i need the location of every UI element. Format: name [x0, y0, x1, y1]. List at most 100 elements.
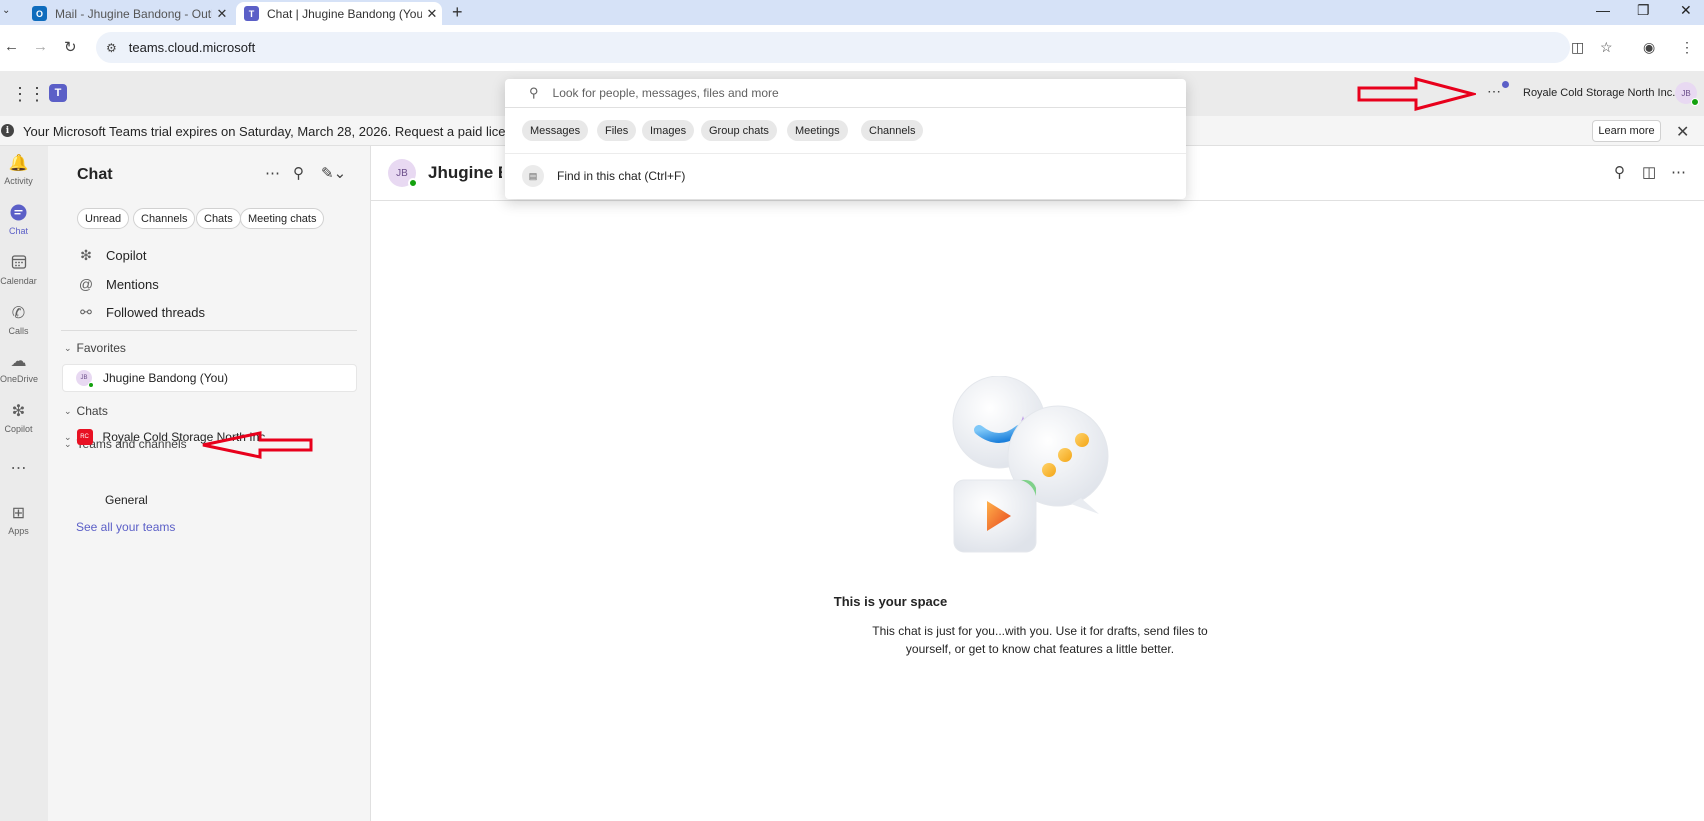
find-in-chat-label: Find in this chat (Ctrl+F): [557, 169, 686, 183]
open-side-panel-icon[interactable]: ◫: [1642, 163, 1656, 181]
filter-chats[interactable]: Chats: [196, 208, 241, 229]
copilot-icon: ❇: [80, 247, 92, 263]
browser-tab-chat[interactable]: T Chat | Jhugine Bandong (You) | ✕: [236, 2, 442, 25]
install-app-icon[interactable]: ◫: [1571, 39, 1584, 56]
tab-title: Chat | Jhugine Bandong (You) |: [267, 6, 422, 21]
rail-label: Activity: [4, 176, 33, 186]
minimize-icon[interactable]: —: [1596, 2, 1610, 18]
avatar-initials: JB: [80, 375, 88, 381]
annotation-arrow-right: [1357, 77, 1476, 111]
search-scope-messages[interactable]: Messages: [522, 120, 589, 141]
presence-available-icon: [408, 178, 418, 188]
more-options-icon[interactable]: ⋯: [265, 164, 280, 182]
rail-more-apps[interactable]: ⋯: [0, 459, 37, 479]
search-input[interactable]: [552, 86, 1153, 100]
more-options-icon[interactable]: ⋯: [1671, 163, 1686, 181]
search-scope-files[interactable]: Files: [597, 120, 637, 141]
learn-more-button[interactable]: Learn more: [1592, 120, 1661, 142]
filter-unread[interactable]: Unread: [77, 208, 130, 229]
new-chat-icon[interactable]: ✎⌄: [321, 164, 346, 182]
org-name[interactable]: Royale Cold Storage North Inc.: [1523, 87, 1675, 99]
section-favorites[interactable]: ⌄ Favorites: [64, 341, 126, 355]
filter-channels[interactable]: Channels: [133, 208, 196, 229]
see-all-teams-link[interactable]: See all your teams: [76, 520, 175, 534]
search-scope-group-chats[interactable]: Group chats: [701, 120, 777, 141]
notification-dot: [1502, 81, 1509, 88]
info-icon: i: [1, 124, 14, 137]
address-bar[interactable]: ⚙ teams.cloud.microsoft: [96, 32, 1570, 63]
rail-item-copilot[interactable]: ❇ Copilot: [0, 402, 37, 434]
chat-name: Jhugine Bandong (You): [103, 371, 228, 385]
section-label: Chats: [76, 404, 108, 418]
search-scope-meetings[interactable]: Meetings: [787, 120, 848, 141]
rail-item-apps[interactable]: ⊞ Apps: [0, 504, 37, 536]
close-window-icon[interactable]: ✕: [1680, 2, 1692, 19]
close-tab-icon[interactable]: ✕: [212, 6, 232, 22]
list-item-copilot[interactable]: ❇ Copilot: [76, 247, 146, 264]
close-tab-icon[interactable]: ✕: [422, 6, 442, 22]
browser-menu-icon[interactable]: ⋮: [1680, 39, 1694, 56]
new-tab-button[interactable]: +: [452, 2, 463, 23]
phone-icon: ✆: [11, 305, 26, 322]
browser-tab-strip: ⌄ O Mail - Jhugine Bandong - Outlo ✕ T C…: [0, 0, 1704, 25]
outlook-icon: O: [32, 6, 47, 21]
more-options-icon[interactable]: ⋯: [1487, 83, 1501, 100]
avatar: JB: [76, 370, 94, 388]
filter-meeting-chats[interactable]: Meeting chats: [240, 208, 325, 229]
rail-label: Copilot: [4, 424, 33, 434]
divider: [505, 153, 1186, 154]
bookmark-star-icon[interactable]: ☆: [1600, 39, 1613, 56]
section-chats[interactable]: ⌄ Chats: [64, 404, 108, 418]
rail-label: Apps: [8, 526, 29, 536]
rail-item-activity[interactable]: 🔔 Activity: [0, 154, 37, 186]
chevron-down-icon: ⌄: [64, 342, 72, 353]
rail-label: OneDrive: [0, 374, 39, 384]
threads-icon: ⚯: [80, 304, 92, 320]
search-bar[interactable]: ⚲: [505, 79, 1186, 108]
chevron-down-icon: ⌄: [64, 405, 72, 416]
rail-item-calls[interactable]: ✆ Calls: [0, 304, 37, 336]
chevron-down-icon: ⌄: [64, 431, 72, 442]
rail-label: Calls: [8, 326, 29, 336]
banner-text: Your Microsoft Teams trial expires on Sa…: [23, 124, 534, 139]
rail-item-calendar[interactable]: Calendar: [0, 254, 37, 286]
cloud-icon: ☁: [10, 353, 27, 370]
search-icon[interactable]: ⚲: [1614, 163, 1625, 181]
teams-logo-icon: T: [49, 84, 67, 102]
back-icon[interactable]: ←: [4, 38, 19, 55]
find-in-page-icon: ▤: [522, 165, 544, 187]
copilot-icon: ❇: [11, 403, 26, 420]
close-banner-icon[interactable]: ✕: [1676, 122, 1689, 142]
annotation-arrow-left: [202, 431, 313, 459]
list-item-label: Mentions: [106, 276, 159, 292]
presence-available-icon: [88, 382, 94, 388]
site-info-icon[interactable]: ⚙: [106, 41, 117, 55]
bell-icon: 🔔: [8, 155, 29, 172]
list-item-mentions[interactable]: @ Mentions: [76, 276, 159, 292]
at-sign-icon: @: [78, 276, 94, 292]
channel-item-general[interactable]: General: [105, 493, 148, 507]
list-item-label: Copilot: [106, 248, 147, 263]
find-in-chat-item[interactable]: ▤ Find in this chat (Ctrl+F): [522, 165, 685, 187]
rail-item-chat[interactable]: Chat: [0, 204, 37, 236]
team-avatar: RC: [76, 429, 93, 445]
list-item-followed-threads[interactable]: ⚯ Followed threads: [76, 304, 205, 321]
pane-title: Chat: [77, 166, 113, 183]
tab-search-chevron-icon[interactable]: ⌄: [2, 5, 14, 19]
rail-label: Calendar: [0, 276, 37, 286]
apps-icon: ⊞: [11, 505, 26, 522]
chat-item-self[interactable]: JB Jhugine Bandong (You): [62, 364, 357, 392]
search-scope-images[interactable]: Images: [642, 120, 695, 141]
app-rail: 🔔 Activity Chat Calendar ✆ Calls ☁ OneDr…: [0, 146, 48, 821]
rail-item-onedrive[interactable]: ☁ OneDrive: [0, 352, 39, 384]
restore-icon[interactable]: ❐: [1637, 2, 1650, 19]
forward-icon[interactable]: →: [33, 38, 48, 55]
profile-icon[interactable]: ◉: [1643, 39, 1655, 56]
search-icon[interactable]: ⚲: [293, 164, 304, 182]
chat-main: JB Jhugine Bandong (You) ⚲ ◫ ⋯ This is y…: [371, 146, 1704, 821]
browser-tab-mail[interactable]: O Mail - Jhugine Bandong - Outlo ✕: [24, 2, 232, 25]
reload-icon[interactable]: ↻: [64, 38, 77, 56]
rail-label: Chat: [8, 226, 28, 236]
search-scope-channels[interactable]: Channels: [861, 120, 924, 141]
more-icon: ⋯: [10, 460, 27, 477]
